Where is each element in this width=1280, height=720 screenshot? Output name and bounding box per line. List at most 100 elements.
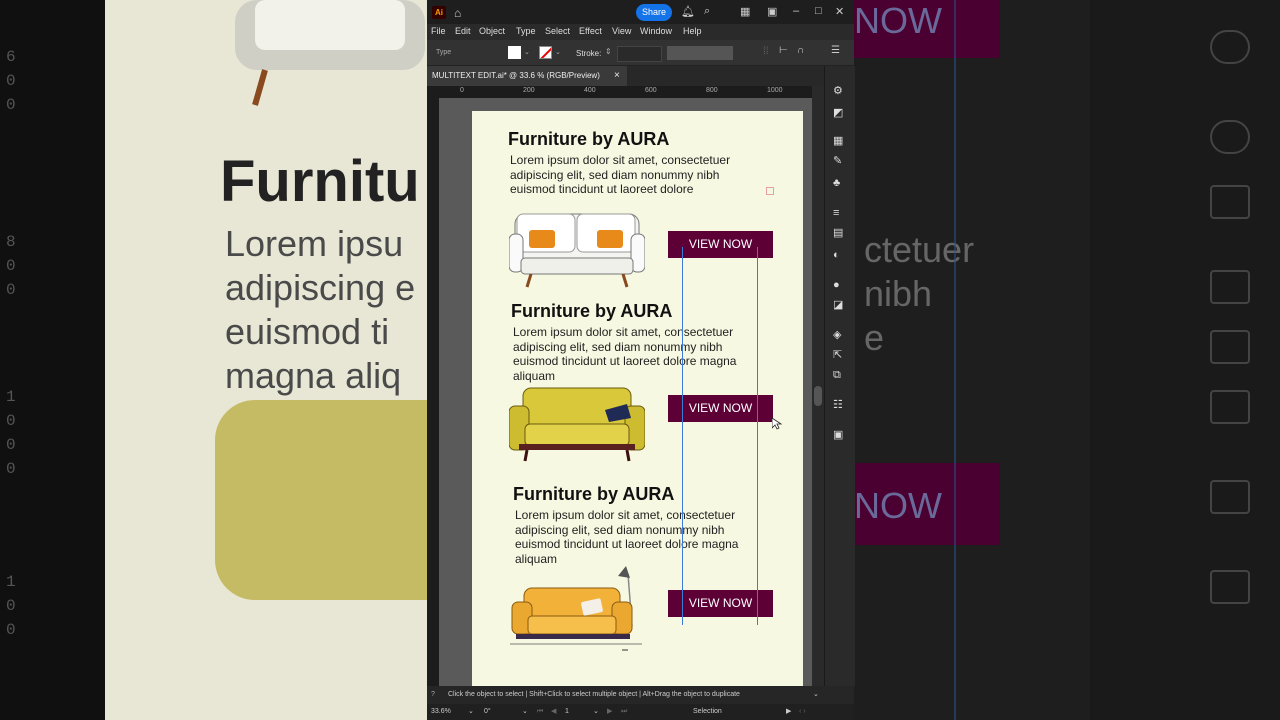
ghost-right-text: ctetuer nibh e bbox=[864, 229, 975, 358]
magnet-icon[interactable]: ∩ bbox=[797, 45, 804, 56]
first-artboard-icon[interactable]: ⏮ bbox=[537, 704, 543, 720]
type-label: Type bbox=[436, 49, 452, 56]
document-tab[interactable]: MULTITEXT EDIT.ai* @ 33.6 % (RGB/Preview… bbox=[427, 66, 627, 86]
ruler-mark-400: 400 bbox=[584, 87, 596, 94]
illustrator-window: Ai ⌂ Share 🔔︎ ⌕ ▦ ▣ – □ ✕ File Edit Obje… bbox=[427, 0, 855, 720]
document-tab-title: MULTITEXT EDIT.ai* @ 33.6 % (RGB/Preview… bbox=[432, 71, 600, 80]
artboard-dropdown-icon[interactable]: ⌄ bbox=[593, 704, 599, 720]
zoom-dropdown-icon[interactable]: ⌄ bbox=[468, 704, 474, 720]
selection-guide-left bbox=[682, 247, 683, 625]
graphic-styles-icon[interactable]: ◪ bbox=[833, 300, 845, 311]
rotation-field[interactable]: 0° bbox=[484, 704, 491, 720]
layers-icon[interactable]: ◈ bbox=[833, 330, 845, 341]
ghost-now: NOW bbox=[854, 485, 942, 526]
scroll-thumb[interactable] bbox=[814, 386, 822, 406]
section-body-3[interactable]: Lorem ipsum dolor sit amet, consectetuer… bbox=[515, 508, 770, 566]
stroke-stepper[interactable]: ⇕ bbox=[605, 47, 612, 56]
zoom-field[interactable]: 33.6% bbox=[431, 704, 451, 720]
bell-icon[interactable]: 🔔︎ bbox=[681, 5, 695, 18]
arrange-icon[interactable]: ▦ bbox=[740, 5, 750, 18]
fill-dropdown-icon[interactable]: ⌄ bbox=[524, 48, 530, 56]
nav-arrows-icon[interactable]: ‹ › bbox=[799, 704, 806, 720]
section-body-1[interactable]: Lorem ipsum dolor sit amet, consectetuer… bbox=[510, 153, 765, 197]
export-icon[interactable]: ⇱ bbox=[833, 350, 845, 361]
help-icon[interactable]: ? bbox=[431, 686, 435, 704]
ghost-icon-7 bbox=[1210, 480, 1250, 514]
search-icon[interactable]: ⌕ bbox=[704, 5, 710, 18]
minimize-icon[interactable]: – bbox=[793, 5, 799, 17]
close-icon[interactable]: ✕ bbox=[835, 5, 844, 18]
rotation-dropdown-icon[interactable]: ⌄ bbox=[522, 704, 528, 720]
next-artboard-icon[interactable]: ▶ bbox=[607, 704, 612, 720]
section-title-2[interactable]: Furniture by AURA bbox=[511, 301, 672, 322]
section-title-3[interactable]: Furniture by AURA bbox=[513, 484, 674, 505]
canvas-area[interactable]: Furniture by AURA Lorem ipsum dolor sit … bbox=[439, 98, 812, 686]
stroke-weight-field[interactable] bbox=[617, 46, 662, 62]
share-button[interactable]: Share bbox=[636, 4, 672, 21]
transform-icon[interactable]: ⊢ bbox=[779, 45, 788, 56]
fill-swatch[interactable] bbox=[508, 46, 521, 59]
style-field[interactable] bbox=[667, 46, 733, 60]
horizontal-ruler: 0 200 400 600 800 1000 bbox=[439, 86, 824, 98]
align-icon[interactable]: ⁞⁞ bbox=[763, 46, 769, 57]
swatches-icon[interactable]: ▦ bbox=[833, 136, 845, 147]
menu-type[interactable]: Type bbox=[516, 26, 536, 36]
menu-window[interactable]: Window bbox=[640, 26, 672, 36]
brushes-icon[interactable]: ✎ bbox=[833, 156, 845, 167]
ghost-icon-1 bbox=[1210, 30, 1250, 64]
artboard[interactable]: Furniture by AURA Lorem ipsum dolor sit … bbox=[472, 111, 803, 686]
last-artboard-icon[interactable]: ⏭ bbox=[621, 704, 627, 720]
asset-export-icon[interactable]: ▣ bbox=[833, 430, 845, 441]
stroke-dropdown-icon[interactable]: ⌄ bbox=[555, 48, 561, 56]
libraries-icon[interactable]: ◩ bbox=[833, 108, 845, 119]
artboards-icon[interactable]: ⧉ bbox=[833, 370, 845, 381]
ruler-mark-0: 0 bbox=[460, 87, 464, 94]
ghost-digits-4: 100 bbox=[6, 573, 16, 639]
ghost-icon-4 bbox=[1210, 270, 1250, 304]
ghost-digits-1: 600 bbox=[6, 48, 16, 114]
status-bar: ? Click the object to select | Shift+Cli… bbox=[427, 686, 854, 704]
menu-file[interactable]: File bbox=[431, 26, 446, 36]
ruler-mark-800: 800 bbox=[706, 87, 718, 94]
ghost-digits-3: 1000 bbox=[6, 388, 16, 478]
menu-help[interactable]: Help bbox=[683, 26, 702, 36]
maximize-icon[interactable]: □ bbox=[815, 5, 822, 17]
ghost-icon-2 bbox=[1210, 120, 1250, 154]
prev-artboard-icon[interactable]: ◀ bbox=[551, 704, 556, 720]
transparency-icon[interactable]: ◐ bbox=[833, 250, 845, 261]
menu-object[interactable]: Object bbox=[479, 26, 505, 36]
appearance-icon[interactable]: ● bbox=[833, 280, 845, 291]
sliders-icon[interactable]: ☷ bbox=[833, 400, 845, 411]
menu-bar: File Edit Object Type Select Effect View… bbox=[427, 24, 854, 40]
section-body-2[interactable]: Lorem ipsum dolor sit amet, consectetuer… bbox=[513, 325, 768, 383]
ghost-heading: Furnitu bbox=[220, 149, 420, 214]
stroke-label: Stroke: bbox=[576, 49, 602, 58]
tool-state: Selection bbox=[693, 708, 722, 715]
ghost-white-sofa bbox=[235, 0, 425, 106]
vertical-scrollbar[interactable] bbox=[812, 86, 824, 686]
menu-view[interactable]: View bbox=[612, 26, 631, 36]
menu-select[interactable]: Select bbox=[545, 26, 570, 36]
gradient-icon[interactable]: ▤ bbox=[833, 228, 845, 239]
yellow-sofa-image[interactable] bbox=[509, 386, 645, 463]
symbols-icon[interactable]: ♣ bbox=[833, 178, 845, 189]
orange-sofa-image[interactable] bbox=[510, 566, 644, 651]
menu-effect[interactable]: Effect bbox=[579, 26, 602, 36]
close-tab-icon[interactable]: × bbox=[614, 66, 620, 86]
section-title-1[interactable]: Furniture by AURA bbox=[508, 129, 669, 150]
properties-icon[interactable]: ⚙︎ bbox=[833, 86, 845, 97]
selection-guide-right bbox=[757, 247, 758, 625]
stroke-icon[interactable]: ≡ bbox=[833, 208, 845, 219]
ghost-text: Lorem ipsu adipiscing e euismod ti magna… bbox=[225, 223, 416, 396]
menu-edit[interactable]: Edit bbox=[455, 26, 471, 36]
white-sofa-image[interactable] bbox=[509, 212, 645, 289]
artboard-number-field[interactable]: 1 bbox=[565, 704, 569, 720]
tool-state-arrow-icon[interactable]: ▶ bbox=[786, 704, 791, 720]
title-bar: Ai ⌂ Share 🔔︎ ⌕ ▦ ▣ – □ ✕ bbox=[427, 0, 854, 24]
options-menu-icon[interactable]: ☰ bbox=[831, 45, 840, 56]
panel-icon[interactable]: ▣ bbox=[767, 5, 777, 18]
status-scroll-icon[interactable]: ⌄ bbox=[813, 686, 819, 704]
home-icon[interactable]: ⌂ bbox=[454, 6, 461, 20]
stroke-swatch[interactable] bbox=[539, 46, 552, 59]
ruler-mark-600: 600 bbox=[645, 87, 657, 94]
